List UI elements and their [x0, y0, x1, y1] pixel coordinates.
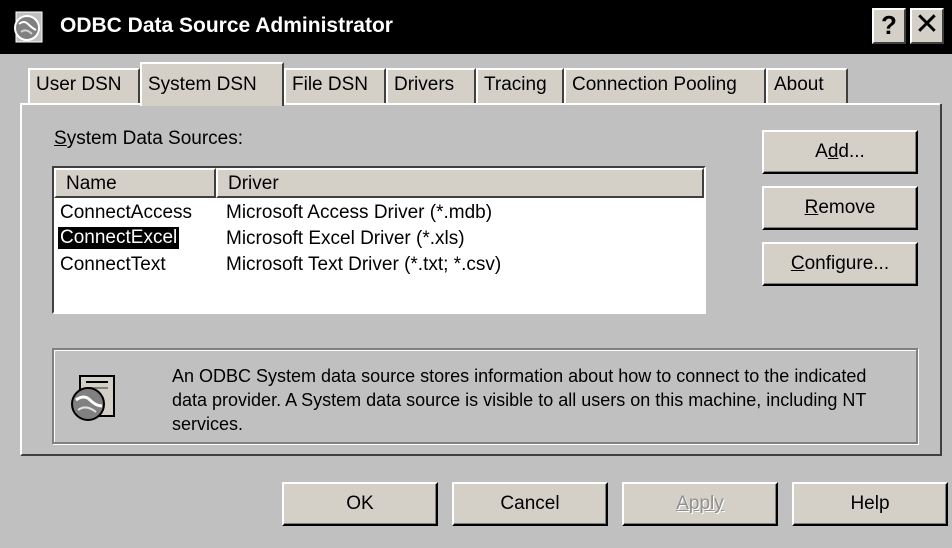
apply-button[interactable]: Apply [622, 482, 778, 526]
tab-about[interactable]: About [766, 68, 848, 104]
column-header-name[interactable]: Name [54, 168, 216, 198]
tab-tracing[interactable]: Tracing [476, 68, 564, 104]
close-button[interactable]: ✕ [910, 8, 944, 44]
list-item[interactable]: ConnectAccess Microsoft Access Driver (*… [54, 200, 704, 226]
add-button[interactable]: Ad d... [762, 130, 918, 174]
list-item-name: ConnectExcel [58, 227, 180, 249]
data-sources-list[interactable]: Name Driver ConnectAccess Microsoft Acce… [52, 166, 706, 314]
list-item-name: ConnectAccess [60, 202, 193, 223]
help-title-button[interactable]: ? [872, 8, 906, 44]
configure-button[interactable]: Configure... [762, 242, 918, 286]
tab-system-dsn[interactable]: System DSN [140, 62, 284, 106]
list-item-driver: Microsoft Access Driver (*.mdb) [226, 202, 493, 223]
tab-file-dsn[interactable]: File DSN [284, 68, 386, 104]
tab-user-dsn[interactable]: User DSN [28, 68, 140, 104]
tab-connection-pooling[interactable]: Connection Pooling [564, 68, 766, 104]
tab-drivers[interactable]: Drivers [386, 68, 476, 104]
info-description: An ODBC System data source stores inform… [172, 366, 867, 434]
help-button[interactable]: Help [792, 482, 948, 526]
list-item-name: ConnectText [60, 254, 166, 275]
cancel-button[interactable]: Cancel [452, 482, 608, 526]
title-bar[interactable]: ODBC Data Source Administrator ? ✕ [0, 0, 952, 54]
list-item[interactable]: ConnectExcel Microsoft Excel Driver (*.x… [54, 226, 704, 252]
system-data-sources-label: System Data Sources: [54, 128, 244, 149]
list-item-driver: Microsoft Text Driver (*.txt; *.csv) [226, 254, 502, 275]
odbc-globe-icon[interactable] [12, 10, 46, 44]
window-title: ODBC Data Source Administrator [60, 14, 393, 37]
odbc-globe-icon [71, 375, 115, 421]
remove-button[interactable]: Remove [762, 186, 918, 230]
column-header-driver[interactable]: Driver [216, 168, 704, 198]
list-item-driver: Microsoft Excel Driver (*.xls) [226, 228, 465, 249]
list-item[interactable]: ConnectText Microsoft Text Driver (*.txt… [54, 252, 704, 278]
ok-button[interactable]: OK [282, 482, 438, 526]
